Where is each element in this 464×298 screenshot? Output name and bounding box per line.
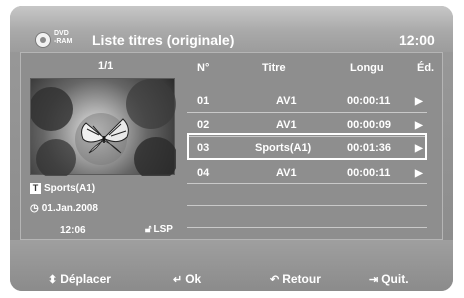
row-length: 00:00:09 [347, 119, 392, 131]
row-length: 00:01:36 [347, 142, 392, 154]
title-icon: T [30, 183, 41, 194]
quit-label: Quit. [381, 272, 409, 286]
column-header-length: Longu [350, 62, 384, 74]
row-divider [187, 183, 427, 184]
page-indicator: 1/1 [98, 60, 114, 72]
record-mode-label: LSP [153, 224, 173, 235]
edit-arrow-icon[interactable]: ▶ [415, 96, 423, 107]
row-divider [187, 227, 427, 228]
column-header-edit: Éd. [417, 62, 435, 74]
unlock-icon: 🔓︎ [145, 224, 152, 235]
edit-arrow-icon[interactable]: ▶ [415, 120, 423, 131]
edit-arrow-icon[interactable]: ▶ [415, 168, 423, 179]
row-title: AV1 [276, 95, 297, 107]
recorded-time: 12:06 [60, 225, 86, 236]
quit-button[interactable]: ⇥ Quit. [369, 272, 409, 286]
clock: 12:00 [399, 32, 435, 48]
move-button[interactable]: ⬍ Déplacer [48, 272, 111, 286]
column-header-no: N° [197, 62, 210, 74]
row-number: 03 [197, 142, 210, 154]
back-label: Retour [282, 272, 321, 286]
disc-type-line2: -RAM [54, 38, 73, 45]
row-number: 01 [197, 95, 210, 107]
selected-title-label: Sports(A1) [44, 183, 96, 195]
row-number: 04 [197, 167, 210, 179]
row-title: Sports(A1) [255, 142, 312, 154]
back-button[interactable]: ↶ Retour [270, 272, 321, 286]
up-down-arrows-icon: ⬍ [48, 274, 58, 286]
date-label: 01.Jan.2008 [41, 203, 98, 214]
enter-icon: ↵ [173, 274, 183, 286]
table-row[interactable]: 04 AV1 00:00:11 ▶ [187, 160, 427, 185]
disc-type-label: DVD -RAM [54, 30, 72, 46]
thumbnail-image [30, 78, 176, 176]
dialog-title: Liste titres (originale) [92, 32, 235, 48]
row-number: 02 [197, 119, 210, 131]
return-icon: ↶ [270, 274, 280, 286]
move-label: Déplacer [60, 272, 111, 286]
title-bar: DVD -RAM Liste titres (originale) 12:00 [10, 6, 453, 52]
row-divider [187, 205, 427, 206]
ok-button[interactable]: ↵ Ok [173, 272, 201, 286]
edit-arrow-icon[interactable]: ▶ [415, 143, 423, 154]
row-title: AV1 [276, 167, 297, 179]
row-length: 00:00:11 [347, 167, 391, 179]
column-header-title: Titre [262, 62, 286, 74]
clock-icon: ◷ [30, 203, 39, 214]
disc-icon [35, 32, 51, 48]
row-length: 00:00:11 [347, 95, 391, 107]
ok-label: Ok [185, 272, 202, 286]
selected-title-info: T Sports(A1) [30, 183, 95, 194]
disc-type-line1: DVD [54, 30, 69, 37]
exit-icon: ⇥ [369, 274, 379, 286]
row-title: AV1 [276, 119, 297, 131]
date-info: ◷ 01.Jan.2008 [30, 203, 98, 214]
mode-info: 🔓︎ LSP [145, 224, 173, 235]
table-row-selected[interactable]: 03 Sports(A1) 00:01:36 ▶ [187, 133, 427, 160]
table-row[interactable]: 01 AV1 00:00:11 ▶ [187, 88, 427, 113]
